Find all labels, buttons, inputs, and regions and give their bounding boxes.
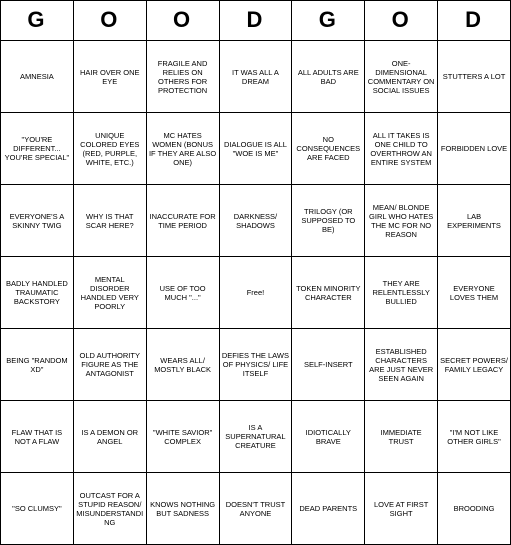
cell-r1-c6[interactable]: FORBIDDEN LOVE <box>438 113 511 185</box>
cell-r3-c2[interactable]: USE OF TOO MUCH "..." <box>146 257 219 329</box>
cell-r5-c1[interactable]: IS A DEMON OR ANGEL <box>73 401 146 473</box>
header-col-2: O <box>146 1 219 41</box>
header-col-1: O <box>73 1 146 41</box>
cell-r1-c2[interactable]: MC HATES WOMEN (BONUS IF THEY ARE ALSO O… <box>146 113 219 185</box>
cell-r4-c6[interactable]: SECRET POWERS/ FAMILY LEGACY <box>438 329 511 401</box>
cell-r4-c1[interactable]: OLD AUTHORITY FIGURE AS THE ANTAGONIST <box>73 329 146 401</box>
cell-r2-c1[interactable]: WHY IS THAT SCAR HERE? <box>73 185 146 257</box>
cell-r3-c1[interactable]: MENTAL DISORDER HANDLED VERY POORLY <box>73 257 146 329</box>
cell-r0-c2[interactable]: FRAGILE AND RELIES ON OTHERS FOR PROTECT… <box>146 41 219 113</box>
cell-r4-c3[interactable]: DEFIES THE LAWS OF PHYSICS/ LIFE ITSELF <box>219 329 292 401</box>
cell-r4-c4[interactable]: SELF-INSERT <box>292 329 365 401</box>
cell-r0-c3[interactable]: IT WAS ALL A DREAM <box>219 41 292 113</box>
cell-r5-c4[interactable]: IDIOTICALLY BRAVE <box>292 401 365 473</box>
header-col-6: D <box>438 1 511 41</box>
cell-r6-c2[interactable]: KNOWS NOTHING BUT SADNESS <box>146 473 219 545</box>
cell-r1-c3[interactable]: DIALOGUE IS ALL "WOE IS ME" <box>219 113 292 185</box>
cell-r2-c2[interactable]: INACCURATE FOR TIME PERIOD <box>146 185 219 257</box>
cell-r6-c6[interactable]: BROODING <box>438 473 511 545</box>
cell-r3-c3[interactable]: Free! <box>219 257 292 329</box>
cell-r5-c2[interactable]: "WHITE SAVIOR" COMPLEX <box>146 401 219 473</box>
cell-r2-c6[interactable]: LAB EXPERIMENTS <box>438 185 511 257</box>
cell-r4-c0[interactable]: BEING "RANDOM XD" <box>1 329 74 401</box>
cell-r2-c4[interactable]: TRILOGY (OR SUPPOSED TO BE) <box>292 185 365 257</box>
cell-r4-c5[interactable]: ESTABLISHED CHARACTERS ARE JUST NEVER SE… <box>365 329 438 401</box>
cell-r0-c1[interactable]: HAIR OVER ONE EYE <box>73 41 146 113</box>
cell-r2-c3[interactable]: DARKNESS/ SHADOWS <box>219 185 292 257</box>
cell-r5-c5[interactable]: IMMEDIATE TRUST <box>365 401 438 473</box>
cell-r6-c3[interactable]: DOESN'T TRUST ANYONE <box>219 473 292 545</box>
cell-r5-c6[interactable]: "I'M NOT LIKE OTHER GIRLS" <box>438 401 511 473</box>
header-col-0: G <box>1 1 74 41</box>
cell-r6-c5[interactable]: LOVE AT FIRST SIGHT <box>365 473 438 545</box>
cell-r4-c2[interactable]: WEARS ALL/ MOSTLY BLACK <box>146 329 219 401</box>
cell-r0-c0[interactable]: AMNESIA <box>1 41 74 113</box>
cell-r0-c6[interactable]: STUTTERS A LOT <box>438 41 511 113</box>
cell-r5-c0[interactable]: FLAW THAT IS NOT A FLAW <box>1 401 74 473</box>
cell-r6-c1[interactable]: OUTCAST FOR A STUPID REASON/ MISUNDERSTA… <box>73 473 146 545</box>
bingo-board: GOODGOD AMNESIAHAIR OVER ONE EYEFRAGILE … <box>0 0 511 545</box>
cell-r1-c5[interactable]: ALL IT TAKES IS ONE CHILD TO OVERTHROW A… <box>365 113 438 185</box>
cell-r0-c5[interactable]: ONE-DIMENSIONAL COMMENTARY ON SOCIAL ISS… <box>365 41 438 113</box>
cell-r5-c3[interactable]: IS A SUPERNATURAL CREATURE <box>219 401 292 473</box>
header-col-3: D <box>219 1 292 41</box>
cell-r6-c0[interactable]: "SO CLUMSY" <box>1 473 74 545</box>
header-col-5: O <box>365 1 438 41</box>
cell-r3-c0[interactable]: BADLY HANDLED TRAUMATIC BACKSTORY <box>1 257 74 329</box>
cell-r1-c0[interactable]: "YOU'RE DIFFERENT... YOU'RE SPECIAL" <box>1 113 74 185</box>
cell-r3-c4[interactable]: TOKEN MINORITY CHARACTER <box>292 257 365 329</box>
header-col-4: G <box>292 1 365 41</box>
cell-r2-c0[interactable]: EVERYONE'S A SKINNY TWIG <box>1 185 74 257</box>
cell-r3-c5[interactable]: THEY ARE RELENTLESSLY BULLIED <box>365 257 438 329</box>
cell-r0-c4[interactable]: ALL ADULTS ARE BAD <box>292 41 365 113</box>
cell-r3-c6[interactable]: EVERYONE LOVES THEM <box>438 257 511 329</box>
cell-r6-c4[interactable]: DEAD PARENTS <box>292 473 365 545</box>
cell-r2-c5[interactable]: MEAN/ BLONDE GIRL WHO HATES THE MC FOR N… <box>365 185 438 257</box>
cell-r1-c4[interactable]: NO CONSEQUENCES ARE FACED <box>292 113 365 185</box>
cell-r1-c1[interactable]: UNIQUE COLORED EYES (RED, PURPLE, WHITE,… <box>73 113 146 185</box>
